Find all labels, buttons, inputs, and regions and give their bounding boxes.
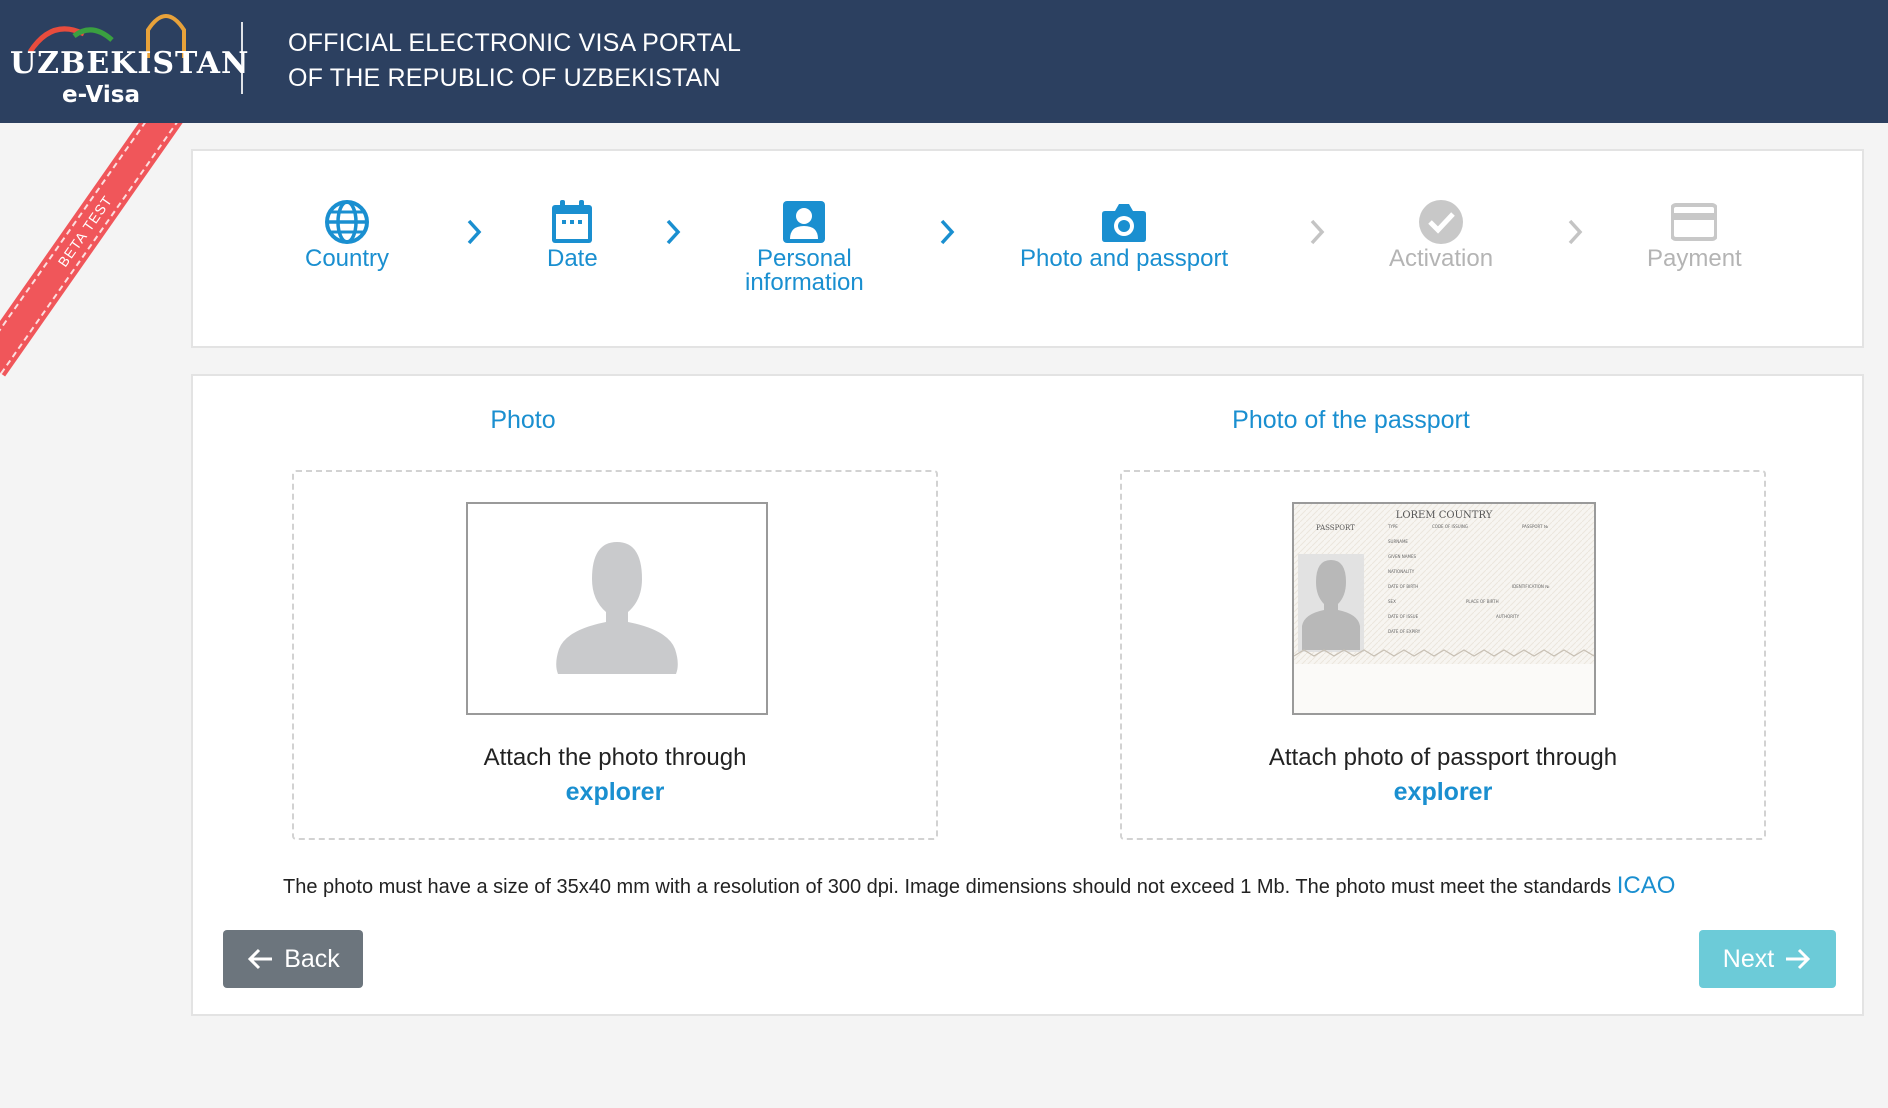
credit-card-icon	[1671, 203, 1718, 241]
arrow-left-icon	[248, 948, 273, 970]
step-activation: Activation	[1389, 199, 1493, 271]
passport-explorer-link[interactable]: explorer	[1122, 778, 1764, 807]
passport-sample-field-surname: SURNAME	[1388, 539, 1408, 544]
passport-sample-field-sex: SEX	[1388, 599, 1396, 604]
passport-sample-field-doe: DATE OF EXPIRY	[1388, 629, 1421, 634]
next-button[interactable]: Next	[1699, 930, 1836, 988]
photo-explorer-link[interactable]: explorer	[294, 778, 936, 807]
logo-subtitle: e-Visa	[62, 82, 140, 108]
step-date-label: Date	[547, 245, 598, 272]
portal-title-line-2: OF THE REPUBLIC OF UZBEKISTAN	[288, 64, 721, 92]
step-personal-information[interactable]: Personal information	[745, 199, 864, 295]
passport-sample-doc-label: PASSPORT	[1316, 524, 1355, 532]
passport-sample-image: LOREM COUNTRY PASSPORT TYPE CODE OF ISSU…	[1292, 502, 1596, 715]
progress-steps: Country Date Personal information Photo …	[191, 149, 1864, 348]
photo-requirements-note: The photo must have a size of 35x40 mm w…	[283, 872, 1675, 900]
step-payment: Payment	[1647, 199, 1742, 271]
person-silhouette-icon	[556, 542, 678, 674]
passport-sample-field-nationality: NATIONALITY	[1388, 569, 1415, 574]
portal-title: OFFICIAL ELECTRONIC VISA PORTAL OF THE R…	[288, 26, 741, 96]
beta-ribbon-label: BETA TEST	[54, 192, 116, 270]
header-divider	[241, 22, 243, 94]
back-button[interactable]: Back	[223, 930, 363, 988]
chevron-right-icon	[1310, 219, 1325, 245]
step-date[interactable]: Date	[547, 199, 598, 271]
chevron-right-icon	[940, 219, 955, 245]
check-circle-icon	[1419, 200, 1464, 244]
arrow-right-icon	[1786, 948, 1811, 970]
camera-icon	[1102, 204, 1147, 242]
photo-attach-text: Attach the photo through	[483, 744, 747, 771]
photo-section-title: Photo	[490, 406, 556, 434]
site-header: UZBEKISTAN e-Visa OFFICIAL ELECTRONIC VI…	[0, 0, 1888, 123]
globe-icon	[325, 200, 370, 244]
passport-sample-field-given-names: GIVEN NAMES	[1388, 554, 1417, 559]
passport-sample-field-passport-no: PASSPORT №	[1522, 524, 1548, 529]
calendar-icon	[552, 200, 593, 243]
step-country[interactable]: Country	[305, 199, 389, 271]
step-country-label: Country	[305, 245, 390, 272]
logo-wordmark: UZBEKISTAN	[10, 46, 250, 81]
passport-sample-field-dob: DATE OF BIRTH	[1388, 584, 1419, 589]
user-icon	[783, 201, 826, 243]
beta-ribbon: BETA TEST	[0, 123, 200, 383]
passport-sample-field-doi: DATE OF ISSUE	[1388, 614, 1419, 619]
photo-dropzone[interactable]: Attach the photo through explorer	[292, 470, 938, 840]
passport-dropzone[interactable]: LOREM COUNTRY PASSPORT TYPE CODE OF ISSU…	[1120, 470, 1766, 840]
step-photo-and-passport-label: Photo and passport	[1020, 245, 1229, 272]
photo-requirements-text: The photo must have a size of 35x40 mm w…	[283, 876, 1612, 898]
back-button-label: Back	[284, 944, 340, 973]
step-photo-and-passport[interactable]: Photo and passport	[1020, 199, 1228, 271]
next-button-label: Next	[1722, 944, 1775, 973]
step-payment-label: Payment	[1647, 245, 1742, 272]
chevron-right-icon	[666, 219, 681, 245]
icao-link[interactable]: ICAO	[1617, 872, 1676, 899]
uzbekistan-evisa-logo[interactable]: UZBEKISTAN e-Visa	[0, 0, 248, 123]
passport-sample-field-code: CODE OF ISSUING	[1432, 524, 1468, 529]
chevron-right-icon	[467, 219, 482, 245]
passport-attach-text: Attach photo of passport through	[1268, 744, 1618, 771]
photo-placeholder	[466, 502, 768, 715]
passport-sample-field-id-no: IDENTIFICATION №	[1512, 584, 1550, 589]
passport-sample-field-authority: AUTHORITY	[1496, 614, 1520, 619]
passport-sample-country: LOREM COUNTRY	[1395, 510, 1493, 521]
passport-sample-field-type: TYPE	[1388, 524, 1398, 529]
passport-sample-icon	[1294, 504, 1594, 713]
passport-sample-field-pob: PLACE OF BIRTH	[1466, 599, 1499, 604]
upload-card: Photo Photo of the passport Attach the p…	[191, 374, 1864, 1016]
step-personal-information-label: Personal information	[745, 245, 864, 296]
passport-section-title: Photo of the passport	[1232, 406, 1470, 434]
step-activation-label: Activation	[1389, 245, 1494, 272]
chevron-right-icon	[1568, 219, 1583, 245]
portal-title-line-1: OFFICIAL ELECTRONIC VISA PORTAL	[288, 29, 742, 57]
